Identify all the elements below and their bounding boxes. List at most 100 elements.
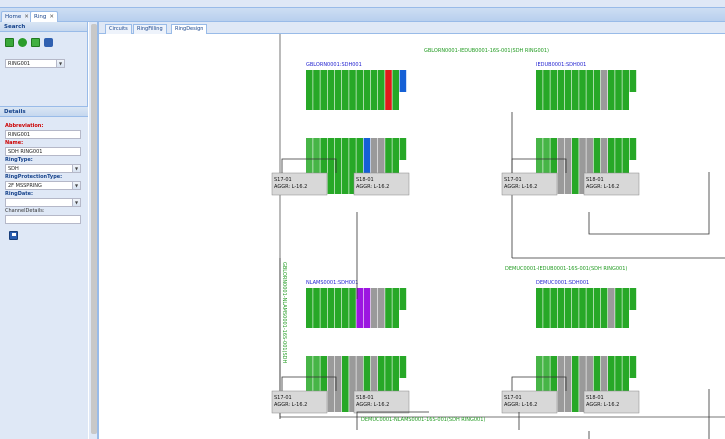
card-slot[interactable] — [600, 288, 608, 328]
card-slot[interactable] — [564, 288, 572, 328]
card-slot[interactable] — [557, 356, 565, 412]
vertical-scrollbar[interactable] — [91, 24, 97, 434]
close-icon[interactable]: ✕ — [24, 14, 29, 20]
ringtype-value: SDH — [8, 166, 19, 172]
protection-select[interactable]: 2F MSSPRING ▼ — [5, 181, 81, 190]
card-slot[interactable] — [342, 356, 349, 412]
edit-icon[interactable] — [31, 38, 40, 47]
card-slot[interactable] — [622, 288, 629, 328]
card-slot[interactable] — [600, 70, 608, 110]
chevron-down-icon[interactable]: ▼ — [72, 182, 80, 189]
card-slot[interactable] — [543, 70, 550, 110]
card-slot[interactable] — [356, 70, 363, 110]
card-slot[interactable] — [615, 70, 622, 110]
card-slot[interactable] — [629, 138, 637, 160]
ringtype-select[interactable]: SDH ▼ — [5, 164, 81, 173]
card-slot[interactable] — [622, 70, 629, 110]
port-label: S18-01 — [586, 177, 604, 183]
chevron-down-icon[interactable]: ▼ — [72, 165, 80, 172]
card-slot[interactable] — [572, 138, 579, 194]
card-slot[interactable] — [370, 70, 378, 110]
card-slot[interactable] — [306, 288, 313, 328]
card-slot[interactable] — [385, 288, 392, 328]
card-slot[interactable] — [378, 288, 385, 328]
card-slot[interactable] — [629, 70, 637, 92]
card-slot[interactable] — [392, 70, 399, 110]
card-slot[interactable] — [320, 70, 327, 110]
add-icon[interactable] — [5, 38, 14, 47]
card-slot[interactable] — [349, 70, 356, 110]
card-slot[interactable] — [392, 288, 399, 328]
app-tab-bar: Home ✕ Ring ✕ — [0, 8, 725, 22]
card-slot[interactable] — [399, 70, 407, 92]
design-tab-bar: Circuits RingFilling RingDesign — [99, 22, 725, 34]
tab-ringdesign[interactable]: RingDesign — [171, 24, 208, 34]
refresh-icon[interactable] — [18, 38, 27, 47]
save-icon[interactable] — [9, 231, 18, 240]
card-slot[interactable] — [536, 70, 543, 110]
chevron-down-icon[interactable]: ▼ — [56, 60, 64, 67]
card-slot[interactable] — [327, 70, 335, 110]
name-field[interactable]: SDH RING001 — [5, 147, 81, 156]
tab-home[interactable]: Home ✕ — [1, 11, 33, 22]
card-slot[interactable] — [579, 70, 586, 110]
card-slot[interactable] — [572, 356, 579, 412]
card-slot[interactable] — [557, 70, 565, 110]
card-slot[interactable] — [550, 70, 557, 110]
card-slot[interactable] — [385, 70, 392, 110]
chevron-down-icon[interactable]: ▼ — [72, 199, 80, 206]
abbreviation-field[interactable]: RING001 — [5, 130, 81, 139]
card-slot[interactable] — [557, 288, 565, 328]
card-slot[interactable] — [572, 70, 579, 110]
card-slot[interactable] — [536, 288, 543, 328]
protection-label: RingProtectionType: — [5, 174, 63, 180]
card-slot[interactable] — [342, 70, 349, 110]
card-slot[interactable] — [608, 70, 615, 110]
card-slot[interactable] — [593, 288, 601, 328]
card-slot[interactable] — [399, 138, 407, 160]
card-slot[interactable] — [327, 138, 335, 194]
card-slot[interactable] — [593, 70, 601, 110]
protection-value: 2F MSSPRING — [8, 183, 42, 189]
card-slot[interactable] — [334, 288, 342, 328]
card-slot[interactable] — [327, 356, 335, 412]
port-label: S17-01 — [504, 395, 522, 401]
details-panel: Details Abbreviation: RING001 Name: SDH … — [0, 106, 88, 439]
binoculars-icon[interactable] — [44, 38, 53, 47]
card-slot[interactable] — [342, 138, 349, 194]
card-slot[interactable] — [378, 70, 385, 110]
tab-circuits[interactable]: Circuits — [105, 24, 132, 34]
card-slot[interactable] — [363, 70, 371, 110]
card-slot[interactable] — [313, 70, 320, 110]
ringdate-field[interactable]: ▼ — [5, 198, 81, 207]
card-slot[interactable] — [615, 288, 622, 328]
card-slot[interactable] — [334, 70, 342, 110]
card-slot[interactable] — [572, 288, 579, 328]
card-slot[interactable] — [370, 288, 378, 328]
card-slot[interactable] — [586, 288, 593, 328]
card-slot[interactable] — [586, 70, 593, 110]
card-slot[interactable] — [349, 288, 356, 328]
tab-ring[interactable]: Ring ✕ — [30, 11, 58, 22]
card-slot[interactable] — [313, 288, 320, 328]
card-slot[interactable] — [327, 288, 335, 328]
card-slot[interactable] — [306, 70, 313, 110]
card-slot[interactable] — [399, 288, 407, 310]
card-slot[interactable] — [608, 288, 615, 328]
card-slot[interactable] — [543, 288, 550, 328]
close-icon[interactable]: ✕ — [49, 14, 54, 20]
card-slot[interactable] — [550, 288, 557, 328]
card-slot[interactable] — [564, 70, 572, 110]
card-slot[interactable] — [320, 288, 327, 328]
card-slot[interactable] — [363, 288, 371, 328]
card-slot[interactable] — [557, 138, 565, 194]
channel-field[interactable] — [5, 215, 81, 224]
card-slot[interactable] — [629, 288, 637, 310]
card-slot[interactable] — [399, 356, 407, 378]
aggr-label: AGGR: L-16.2 — [504, 184, 537, 190]
ring-select[interactable]: RING001 ▼ — [5, 59, 65, 68]
card-slot[interactable] — [342, 288, 349, 328]
tab-ringfilling[interactable]: RingFilling — [133, 24, 167, 34]
card-slot[interactable] — [579, 288, 586, 328]
card-slot[interactable] — [629, 356, 637, 378]
